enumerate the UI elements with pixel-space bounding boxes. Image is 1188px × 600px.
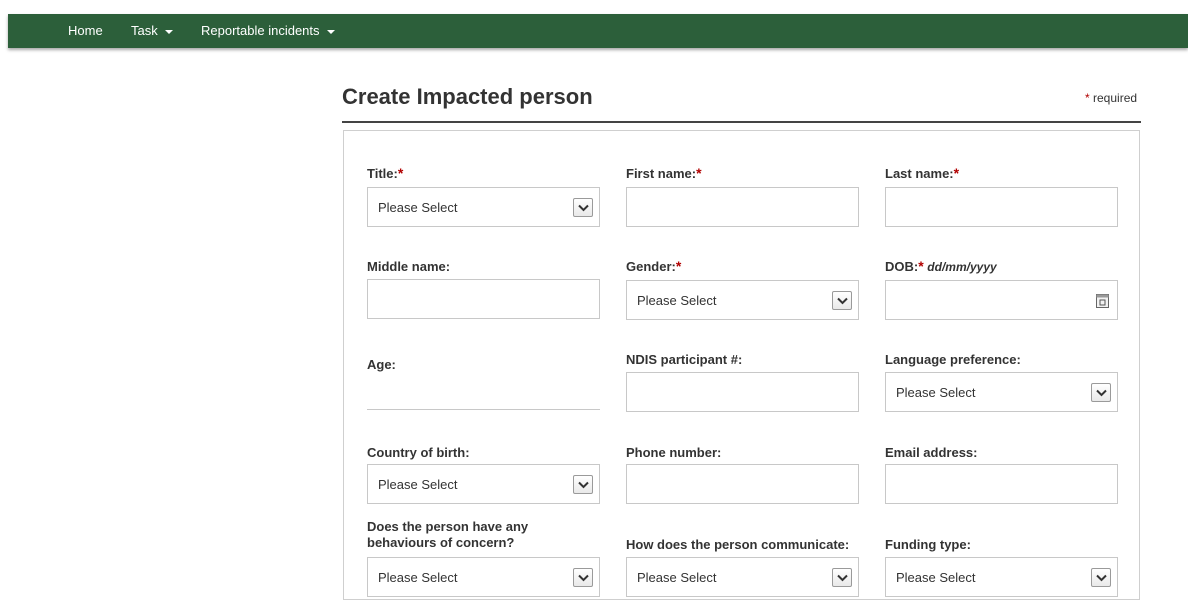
last-name-input[interactable] bbox=[885, 187, 1118, 227]
title-select-value: Please Select bbox=[378, 200, 458, 215]
chevron-down-icon bbox=[832, 291, 852, 310]
ndis-label: NDIS participant #: bbox=[626, 352, 743, 367]
gender-select[interactable]: Please Select bbox=[626, 280, 859, 320]
gender-select-value: Please Select bbox=[637, 293, 717, 308]
required-star: * bbox=[1085, 91, 1090, 105]
nav-home-label: Home bbox=[68, 23, 103, 38]
required-star: * bbox=[918, 258, 924, 274]
first-name-input[interactable] bbox=[626, 187, 859, 227]
required-star: * bbox=[675, 258, 682, 274]
nav-task-label: Task bbox=[131, 23, 158, 38]
middle-name-input[interactable] bbox=[367, 279, 600, 319]
required-star: * bbox=[397, 165, 404, 181]
page-title: Create Impacted person bbox=[342, 84, 593, 109]
first-name-label-text: First name: bbox=[626, 166, 697, 181]
phone-number-input[interactable] bbox=[626, 464, 859, 504]
gender-label: Gender:* bbox=[626, 258, 682, 275]
country-select[interactable]: Please Select bbox=[367, 464, 600, 504]
funding-label: Funding type: bbox=[885, 537, 971, 552]
middle-name-label: Middle name: bbox=[367, 259, 451, 274]
communicate-select[interactable]: Please Select bbox=[626, 557, 859, 597]
first-name-label: First name:* bbox=[626, 165, 702, 182]
chevron-down-icon bbox=[573, 568, 593, 587]
title-label-text: Title: bbox=[367, 166, 398, 181]
required-star: * bbox=[953, 165, 960, 181]
dob-input[interactable] bbox=[885, 280, 1118, 320]
nav-incidents-label: Reportable incidents bbox=[201, 23, 320, 38]
caret-down-icon bbox=[326, 29, 335, 34]
communicate-label: How does the person communicate: bbox=[626, 537, 850, 552]
chevron-down-icon bbox=[1091, 383, 1111, 402]
phone-label: Phone number: bbox=[626, 445, 722, 460]
country-select-value: Please Select bbox=[378, 477, 458, 492]
caret-down-icon bbox=[164, 29, 173, 34]
nav-reportable-incidents-dropdown[interactable]: Reportable incidents bbox=[201, 14, 335, 48]
email-label: Email address: bbox=[885, 445, 978, 460]
age-label: Age: bbox=[367, 357, 396, 372]
required-legend: * required bbox=[1085, 91, 1137, 105]
country-label: Country of birth: bbox=[367, 445, 470, 460]
dob-label: DOB:* dd/mm/yyyy bbox=[885, 259, 997, 275]
email-address-input[interactable] bbox=[885, 464, 1118, 504]
behaviours-label: Does the person have any behaviours of c… bbox=[367, 519, 529, 550]
language-select[interactable]: Please Select bbox=[885, 372, 1118, 412]
gender-label-text: Gender: bbox=[626, 259, 676, 274]
last-name-label: Last name:* bbox=[885, 165, 960, 182]
title-label: Title:* bbox=[367, 165, 404, 182]
chevron-down-icon bbox=[573, 475, 593, 494]
chevron-down-icon bbox=[832, 568, 852, 587]
behaviours-select[interactable]: Please Select bbox=[367, 557, 600, 597]
title-divider bbox=[342, 121, 1141, 123]
chevron-down-icon bbox=[1091, 568, 1111, 587]
chevron-down-icon bbox=[573, 198, 593, 217]
dob-label-text: DOB: bbox=[885, 259, 919, 274]
funding-select[interactable]: Please Select bbox=[885, 557, 1118, 597]
title-select[interactable]: Please Select bbox=[367, 187, 600, 227]
communicate-select-value: Please Select bbox=[637, 570, 717, 585]
last-name-label-text: Last name: bbox=[885, 166, 954, 181]
nav-task-dropdown[interactable]: Task bbox=[131, 14, 173, 48]
required-text: required bbox=[1093, 91, 1138, 105]
language-label: Language preference: bbox=[885, 352, 1021, 367]
language-select-value: Please Select bbox=[896, 385, 976, 400]
dob-format-hint: dd/mm/yyyy bbox=[927, 260, 997, 274]
ndis-participant-input[interactable] bbox=[626, 372, 859, 412]
funding-select-value: Please Select bbox=[896, 570, 976, 585]
required-star: * bbox=[696, 165, 702, 181]
nav-home[interactable]: Home bbox=[68, 14, 103, 48]
top-navbar: Home Task Reportable incidents bbox=[8, 14, 1188, 48]
age-value bbox=[367, 409, 600, 410]
calendar-icon[interactable] bbox=[1096, 293, 1109, 308]
behaviours-select-value: Please Select bbox=[378, 570, 458, 585]
